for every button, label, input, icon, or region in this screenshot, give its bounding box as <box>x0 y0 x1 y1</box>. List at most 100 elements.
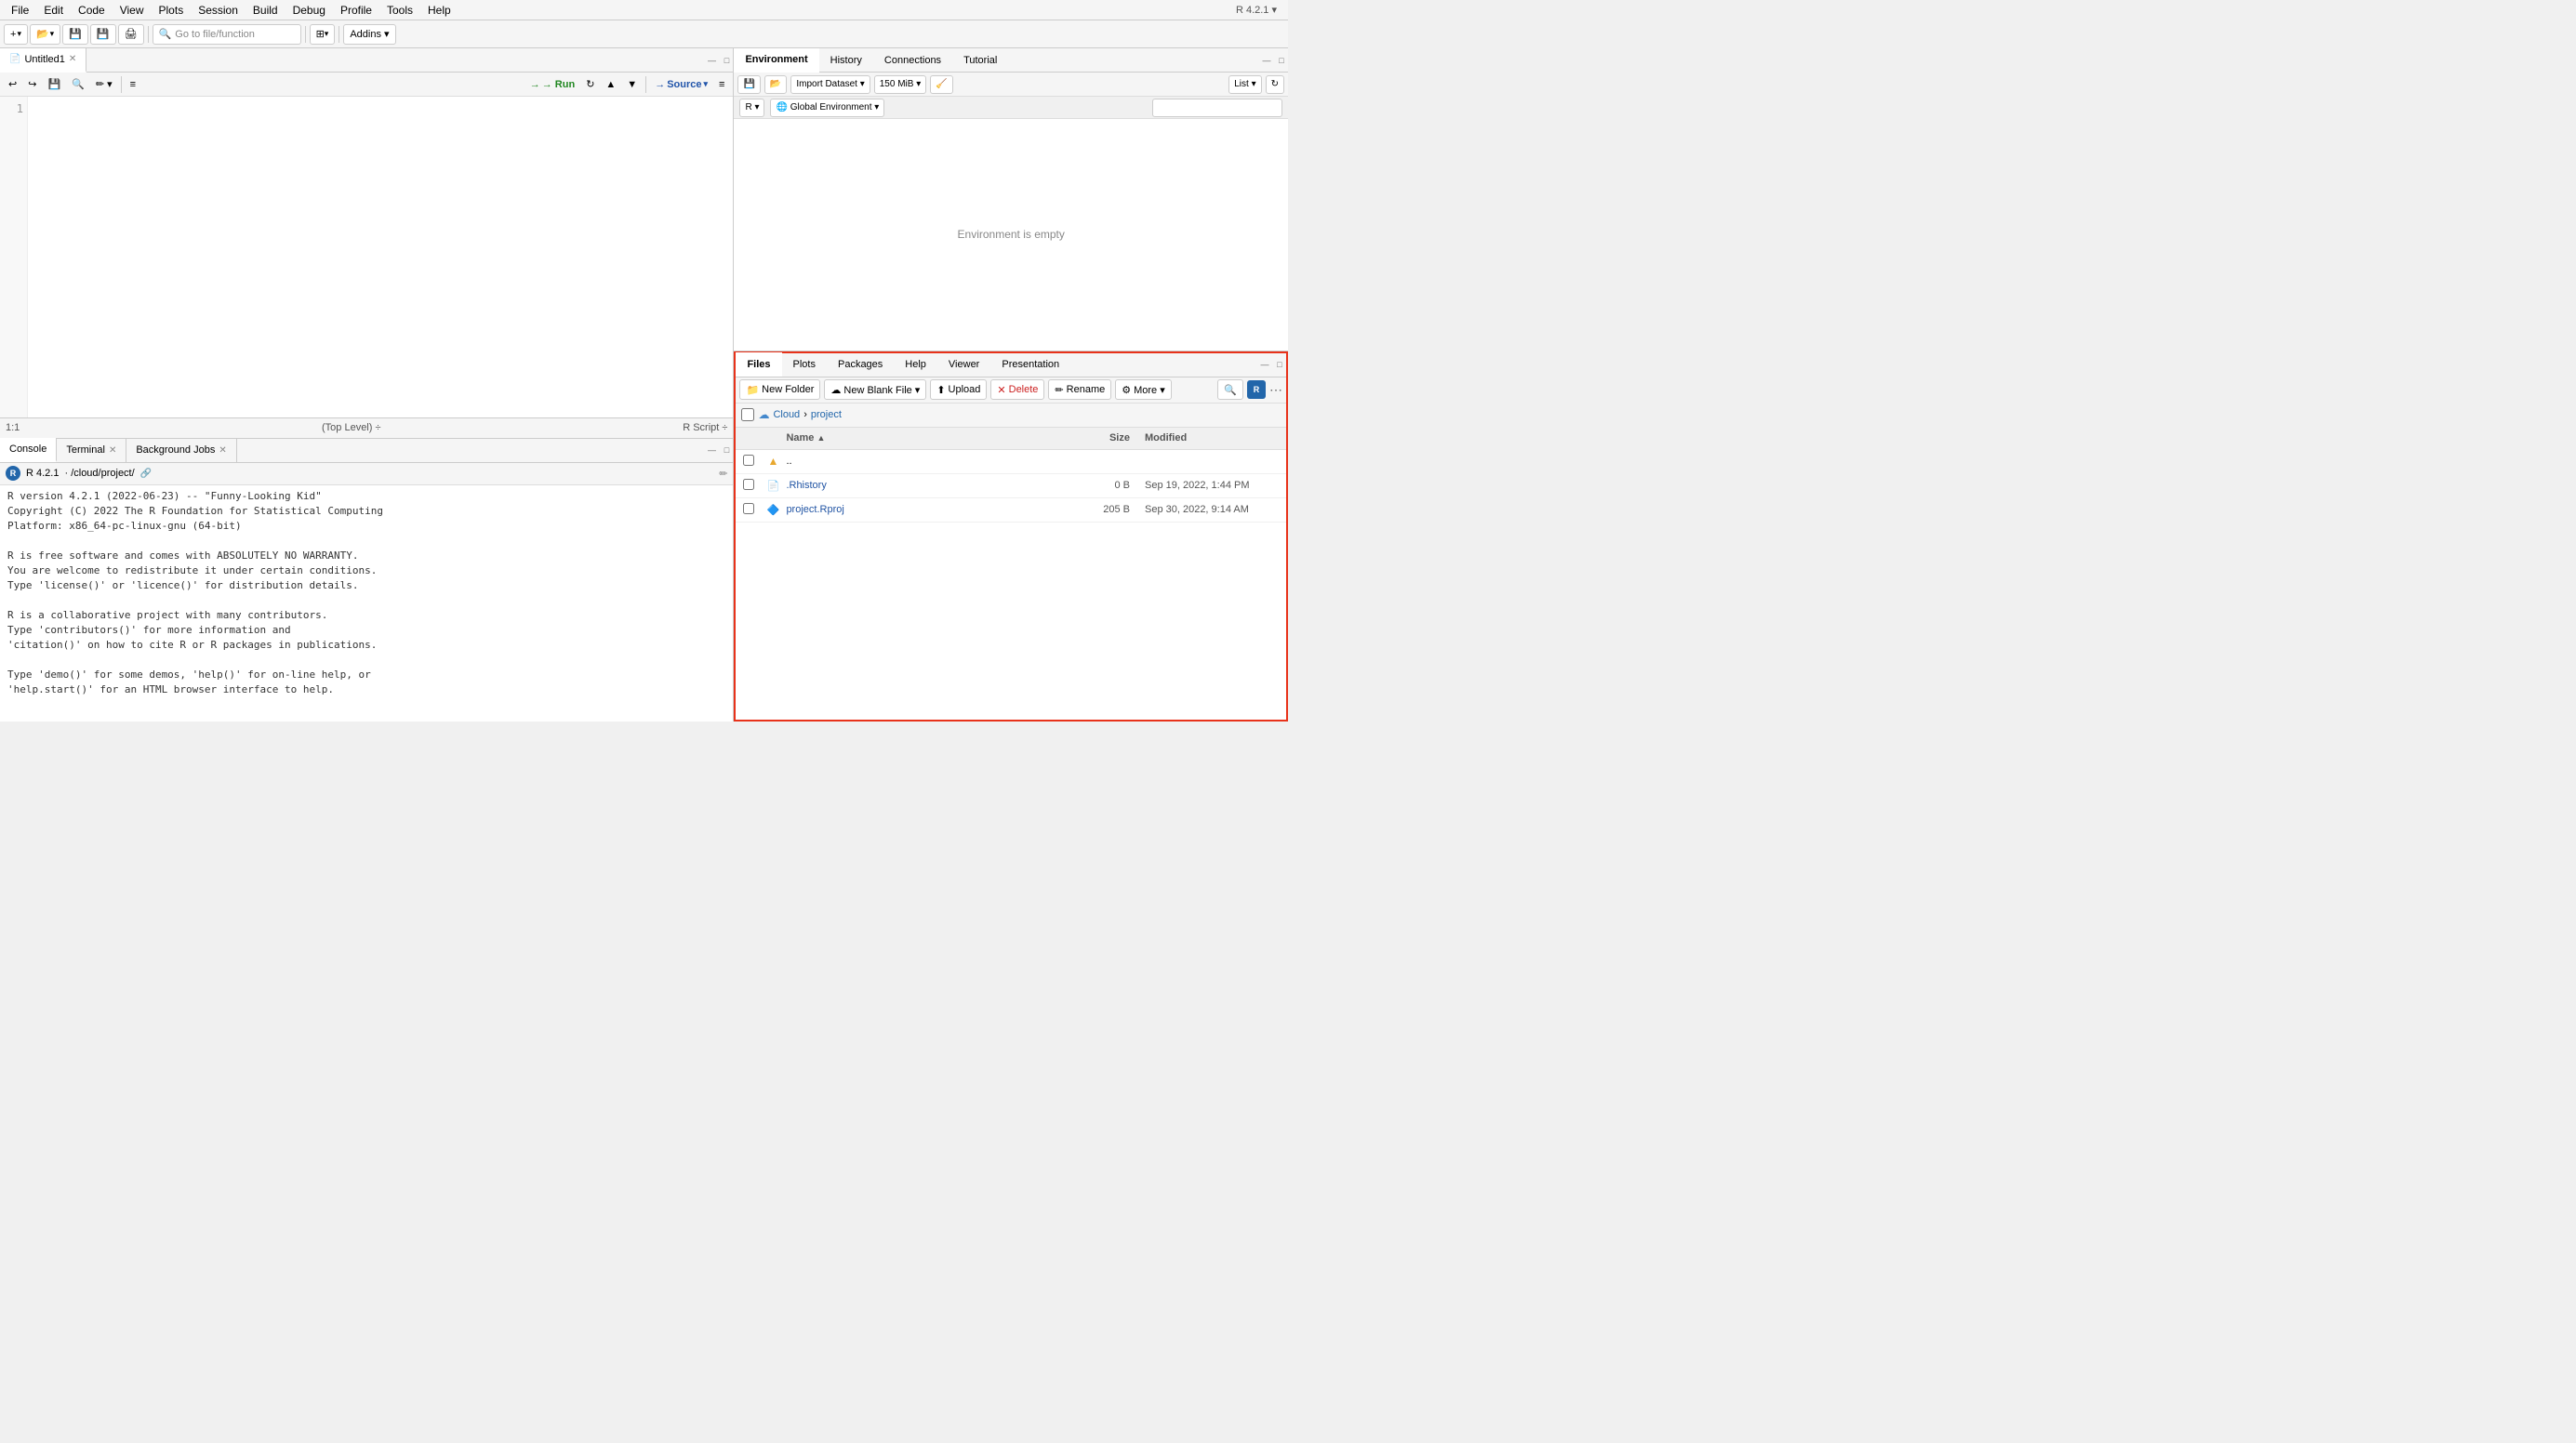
menu-plots[interactable]: Plots <box>152 2 192 19</box>
editor-tab-untitled1[interactable]: 📄 Untitled1 ✕ <box>0 48 86 73</box>
editor-tab-close[interactable]: ✕ <box>69 54 76 64</box>
row-name-parent[interactable]: .. <box>782 456 1063 467</box>
list-button[interactable]: List ▾ <box>1228 75 1261 94</box>
menu-file[interactable]: File <box>4 2 36 19</box>
background-jobs-tab[interactable]: Background Jobs ✕ <box>126 438 236 462</box>
broom-button[interactable]: 🧹 <box>930 75 952 94</box>
search-script-button[interactable]: 🔍 <box>67 75 89 94</box>
terminal-tab-close[interactable]: ✕ <box>109 445 116 456</box>
checkbox-rhistory[interactable] <box>743 479 754 490</box>
source-button[interactable]: → Source ▾ <box>650 75 712 94</box>
console-content[interactable]: R version 4.2.1 (2022-06-23) -- "Funny-L… <box>0 485 733 722</box>
menu-edit[interactable]: Edit <box>36 2 71 19</box>
files-maximize-button[interactable]: □ <box>1273 358 1286 371</box>
row-name-rproj[interactable]: project.Rproj <box>782 504 1063 515</box>
files-minimize-button[interactable]: — <box>1258 358 1271 371</box>
rhistory-link[interactable]: .Rhistory <box>786 480 826 491</box>
new-folder-button[interactable]: 📁 New Folder <box>739 379 820 400</box>
console-maximize-button[interactable]: □ <box>720 443 733 457</box>
down-button[interactable]: ▼ <box>622 75 642 94</box>
header-size-col[interactable]: Size <box>1063 432 1137 443</box>
rerun-button[interactable]: ↻ <box>581 75 599 94</box>
save-button[interactable]: 💾 <box>62 24 88 45</box>
checkbox-parent[interactable] <box>743 455 754 466</box>
menu-profile[interactable]: Profile <box>333 2 379 19</box>
print-button[interactable]: 🖨 <box>118 24 144 45</box>
editor-maximize-button[interactable]: □ <box>720 54 733 67</box>
menu-debug[interactable]: Debug <box>285 2 333 19</box>
help-tab[interactable]: Help <box>894 352 937 377</box>
open-file-button[interactable]: 📂 ▾ <box>30 24 60 45</box>
addins-button[interactable]: Addins ▾ <box>343 24 395 45</box>
up-button[interactable]: ▲ <box>601 75 620 94</box>
memory-button[interactable]: 150 MiB ▾ <box>874 75 926 94</box>
file-type-indicator[interactable]: R Script ÷ <box>683 422 727 433</box>
more-button[interactable]: ⚙ More ▾ <box>1115 379 1172 400</box>
new-blank-file-button[interactable]: ☁ New Blank File ▾ <box>824 379 926 400</box>
menu-view[interactable]: View <box>113 2 152 19</box>
rename-button[interactable]: ✏ Rename <box>1048 379 1111 400</box>
r-version-console: R 4.2.1 <box>26 468 59 479</box>
editor-options-button[interactable]: ≡ <box>714 75 729 94</box>
env-minimize-button[interactable]: — <box>1260 54 1273 67</box>
upload-button[interactable]: ⬆ Upload <box>930 379 987 400</box>
tutorial-tab[interactable]: Tutorial <box>952 48 1008 73</box>
import-dataset-button[interactable]: Import Dataset ▾ <box>790 75 870 94</box>
files-search-button[interactable]: 🔍 <box>1217 379 1243 400</box>
packages-tab[interactable]: Packages <box>827 352 894 377</box>
env-maximize-button[interactable]: □ <box>1275 54 1288 67</box>
cloud-label[interactable]: Cloud <box>773 409 800 420</box>
path-link-icon[interactable]: 🔗 <box>140 469 152 479</box>
console-clear-button[interactable]: ✏ <box>719 468 727 480</box>
background-jobs-close[interactable]: ✕ <box>219 445 226 456</box>
header-modified-col[interactable]: Modified <box>1137 432 1286 443</box>
row-name-rhistory[interactable]: .Rhistory <box>782 480 1063 491</box>
presentation-tab[interactable]: Presentation <box>990 352 1070 377</box>
checkbox-rproj[interactable] <box>743 503 754 514</box>
scope-indicator[interactable]: (Top Level) ÷ <box>322 422 381 433</box>
header-name-col[interactable]: Name ▲ <box>782 432 1063 443</box>
env-load-button[interactable]: 📂 <box>764 75 787 94</box>
go-to-file-button[interactable]: 🔍 Go to file/function <box>153 24 301 45</box>
r-cloud-icon: R <box>1247 380 1266 399</box>
plots-tab[interactable]: Plots <box>782 352 827 377</box>
r-dropdown-button[interactable]: R ▾ <box>739 99 764 117</box>
env-save-button[interactable]: 💾 <box>737 75 760 94</box>
redo-button[interactable]: ↪ <box>23 75 41 94</box>
env-refresh-button[interactable]: ↻ <box>1266 75 1284 94</box>
menu-tools[interactable]: Tools <box>379 2 420 19</box>
rproj-link[interactable]: project.Rproj <box>786 504 843 515</box>
run-button[interactable]: → → Run <box>525 75 579 94</box>
files-more-options[interactable]: ⋯ <box>1269 382 1282 398</box>
row-icon-parent: ▲ <box>764 455 782 468</box>
environment-tab[interactable]: Environment <box>734 48 818 73</box>
delete-button[interactable]: ✕ Delete <box>990 379 1044 400</box>
undo-button[interactable]: ↩ <box>4 75 21 94</box>
viewer-tab[interactable]: Viewer <box>937 352 990 377</box>
save-all-button[interactable]: 💾 <box>90 24 116 45</box>
r-script-icon: 📄 <box>9 54 20 64</box>
edit-options-button[interactable]: ✏ ▾ <box>91 75 117 94</box>
global-env-button[interactable]: 🌐 Global Environment ▾ <box>770 99 884 117</box>
code-section-button[interactable]: ≡ <box>126 75 140 94</box>
workspace-button[interactable]: ⊞ ▾ <box>310 24 336 45</box>
select-all-checkbox[interactable] <box>741 408 754 421</box>
menu-build[interactable]: Build <box>246 2 285 19</box>
save-script-button[interactable]: 💾 <box>43 75 65 94</box>
console-tab[interactable]: Console <box>0 438 57 462</box>
project-label[interactable]: project <box>811 409 842 420</box>
terminal-tab[interactable]: Terminal ✕ <box>57 438 126 462</box>
new-file-button[interactable]: + ▾ <box>4 24 28 45</box>
menu-session[interactable]: Session <box>191 2 246 19</box>
menu-code[interactable]: Code <box>71 2 113 19</box>
files-tab[interactable]: Files <box>736 352 781 377</box>
env-search-input[interactable] <box>1152 99 1282 117</box>
history-tab[interactable]: History <box>819 48 873 73</box>
code-editor[interactable] <box>28 97 733 417</box>
console-minimize-button[interactable]: — <box>705 443 718 457</box>
cursor-position[interactable]: 1:1 <box>6 422 20 433</box>
r-version-label[interactable]: R 4.2.1 ▾ <box>1228 2 1284 18</box>
editor-minimize-button[interactable]: — <box>705 54 718 67</box>
connections-tab[interactable]: Connections <box>873 48 952 73</box>
menu-help[interactable]: Help <box>420 2 458 19</box>
